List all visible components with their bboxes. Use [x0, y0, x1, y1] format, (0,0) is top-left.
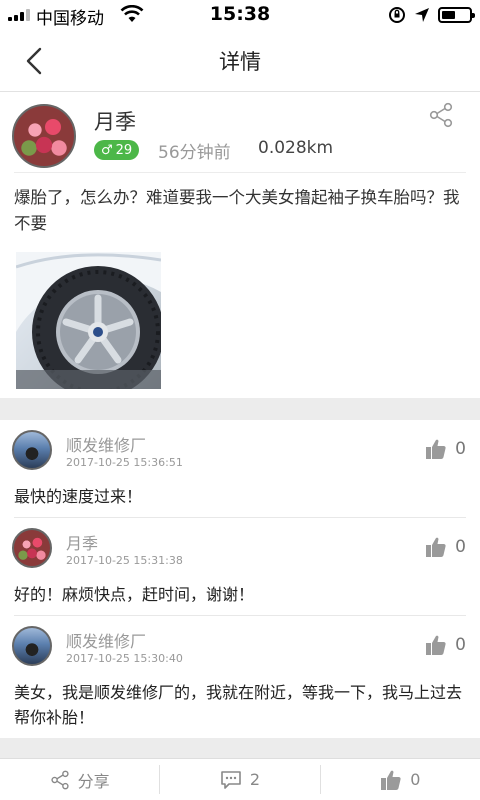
commenter-name[interactable]: 月季 [66, 530, 98, 554]
like-count: 0 [455, 537, 466, 557]
thumbs-up-icon [381, 770, 401, 790]
share-label: 分享 [77, 771, 110, 791]
divider [14, 172, 466, 173]
thumbs-up-icon [426, 537, 446, 557]
commenter-avatar[interactable] [12, 430, 52, 470]
post-photo[interactable] [16, 252, 161, 389]
location-arrow-icon [415, 8, 429, 22]
post-text: 爆胎了，怎么办？难道要我一个大美女撸起袖子换车胎吗？我不要 [14, 188, 460, 233]
commenter-name[interactable]: 顺发维修厂 [66, 628, 146, 652]
share-icon [51, 770, 69, 789]
author-avatar[interactable] [12, 104, 76, 168]
like-count: 0 [455, 439, 466, 459]
thumbs-up-icon [426, 439, 446, 459]
commenter-name[interactable]: 顺发维修厂 [66, 432, 146, 456]
comment-time: 2017-10-25 15:30:40 [66, 652, 183, 665]
like-count: 0 [455, 635, 466, 655]
comment-text: 好的！麻烦快点，赶时间，谢谢！ [14, 585, 255, 604]
orientation-lock-icon [389, 7, 405, 23]
page-title: 详情 [219, 50, 261, 74]
comment-count: 2 [249, 770, 261, 789]
comment-text: 美女，我是顺发维修厂的，我就在附近，等我一下，我马上过去帮你补胎！ [14, 683, 463, 727]
comment-button[interactable]: 2 [160, 759, 319, 800]
bottom-action-bar: 分享 2 0 [0, 758, 480, 800]
comment-like-button[interactable]: 0 [425, 536, 466, 558]
post-card: 月季 ♂ 29 56分钟前 0.028km 爆胎了，怎么办？难道要我一个大美女撸… [0, 92, 480, 398]
post-time: 56分钟前 [158, 143, 231, 163]
comment-item: 顺发维修厂 2017-10-25 15:36:51 0 最快的速度过来！ [0, 420, 480, 518]
battery-icon [438, 7, 475, 23]
status-bar: 中国移动 15:38 [0, 0, 480, 30]
commenter-avatar[interactable] [12, 528, 52, 568]
comment-time: 2017-10-25 15:36:51 [66, 456, 183, 469]
male-icon: ♂ [101, 142, 113, 158]
like-count: 0 [410, 770, 421, 789]
like-button[interactable]: 0 [321, 759, 480, 800]
comment-text: 最快的速度过来！ [14, 487, 143, 506]
battery-level [442, 11, 455, 19]
share-icon[interactable] [428, 102, 454, 128]
section-gap [0, 398, 480, 420]
comment-like-button[interactable]: 0 [425, 634, 466, 656]
comment-item: 月季 2017-10-25 15:31:38 0 好的！麻烦快点，赶时间，谢谢！ [0, 518, 480, 616]
comment-like-button[interactable]: 0 [425, 438, 466, 460]
share-button[interactable]: 分享 [0, 759, 159, 800]
commenter-avatar[interactable] [12, 626, 52, 666]
gender-age-badge: ♂ 29 [94, 140, 140, 160]
comment-bubble-icon [221, 770, 241, 789]
thumbs-up-icon [426, 635, 446, 655]
comment-item: 顺发维修厂 2017-10-25 15:30:40 0 美女，我是顺发维修厂的，… [0, 616, 480, 738]
author-name[interactable]: 月季 [94, 106, 136, 136]
nav-bar: 详情 [0, 30, 480, 92]
comment-time: 2017-10-25 15:31:38 [66, 554, 183, 567]
post-distance: 0.028km [258, 138, 334, 158]
car-tire-photo [16, 252, 161, 389]
age-value: 29 [115, 142, 133, 158]
section-gap [0, 738, 480, 758]
